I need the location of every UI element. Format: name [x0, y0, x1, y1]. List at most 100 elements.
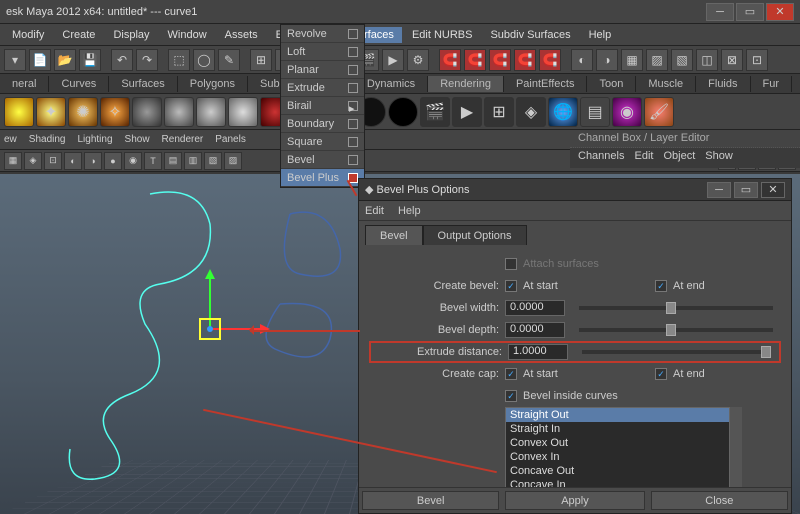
surfaces-menu-bevel[interactable]: Bevel — [281, 151, 364, 169]
shelf-tab-dynamics[interactable]: Dynamics — [355, 76, 428, 92]
render-layer-icon[interactable]: ▤ — [580, 97, 610, 127]
menu-assets[interactable]: Assets — [217, 27, 266, 43]
surfaces-menu-loft[interactable]: Loft — [281, 43, 364, 61]
panel-menu-lighting[interactable]: Lighting — [78, 134, 113, 145]
list-scrollbar[interactable] — [730, 407, 742, 487]
mini-icon[interactable]: ◈ — [24, 152, 42, 170]
channel-tab-object[interactable]: Object — [663, 150, 695, 166]
cap-at-start-check[interactable]: ✓ — [505, 368, 517, 380]
magnet-icon[interactable]: 🧲 — [514, 49, 536, 71]
close-button[interactable]: ✕ — [766, 3, 794, 21]
options-box-icon[interactable] — [348, 83, 358, 93]
at-end-check[interactable]: ✓ — [655, 280, 667, 292]
point-light-icon[interactable]: ✺ — [68, 97, 98, 127]
redo-icon[interactable]: ↷ — [136, 49, 158, 71]
mini-icon[interactable]: ● — [104, 152, 122, 170]
surfaces-menu-planar[interactable]: Planar — [281, 61, 364, 79]
close-button[interactable]: Close — [651, 491, 788, 510]
panel-menu-show[interactable]: Show — [125, 134, 150, 145]
close-icon[interactable]: ✕ — [761, 182, 785, 198]
magnet-icon[interactable]: 🧲 — [464, 49, 486, 71]
shelf-tab-curves[interactable]: Curves — [49, 76, 109, 92]
shelf-tab-muscle[interactable]: Muscle — [636, 76, 696, 92]
shelf-tab-hair[interactable]: Hair — [792, 76, 800, 92]
bevel-depth-slider[interactable] — [579, 328, 773, 332]
mini-icon[interactable]: ◑ — [84, 152, 102, 170]
shader-ball-icon[interactable] — [228, 97, 258, 127]
shelf-tab-fur[interactable]: Fur — [751, 76, 793, 92]
magnet-icon[interactable]: 🧲 — [539, 49, 561, 71]
options-box-icon[interactable]: ▸ — [348, 101, 358, 111]
black-icon[interactable] — [388, 97, 418, 127]
surfaces-menu-boundary[interactable]: Boundary — [281, 115, 364, 133]
options-box-icon[interactable] — [348, 119, 358, 129]
panel-menu-ew[interactable]: ew — [4, 134, 17, 145]
extrude-distance-slider[interactable] — [582, 350, 770, 354]
bevel-depth-field[interactable]: 0.0000 — [505, 322, 565, 338]
panel-menu-panels[interactable]: Panels — [215, 134, 246, 145]
options-box-icon[interactable] — [348, 137, 358, 147]
surfaces-menu-extrude[interactable]: Extrude — [281, 79, 364, 97]
new-icon[interactable]: 📄 — [29, 49, 51, 71]
tab-output-options[interactable]: Output Options — [423, 225, 527, 246]
shader-ball-icon[interactable] — [132, 97, 162, 127]
maximize-icon[interactable]: ▭ — [734, 182, 758, 198]
mini-icon[interactable]: ▤ — [164, 152, 182, 170]
paint-icon[interactable]: ✎ — [218, 49, 240, 71]
mini-icon[interactable]: ◐ — [64, 152, 82, 170]
construction-icon[interactable]: ▧ — [671, 49, 693, 71]
brush-icon[interactable]: 🖌 — [644, 97, 674, 127]
mini-icon[interactable]: ▧ — [204, 152, 222, 170]
surfaces-menu-square[interactable]: Square — [281, 133, 364, 151]
mini-icon[interactable]: ◉ — [124, 152, 142, 170]
options-box-icon[interactable] — [348, 29, 358, 39]
construction-icon[interactable]: ◫ — [696, 49, 718, 71]
apply-button[interactable]: Apply — [505, 491, 644, 510]
globe-icon[interactable]: 🌐 — [548, 97, 578, 127]
mini-icon[interactable]: ▦ — [4, 152, 22, 170]
bevel-inside-check[interactable]: ✓ — [505, 390, 517, 402]
tab-bevel[interactable]: Bevel — [365, 225, 423, 246]
style-option[interactable]: Convex In — [506, 450, 729, 464]
shelf-tab-fluids[interactable]: Fluids — [696, 76, 750, 92]
menu-create[interactable]: Create — [54, 27, 103, 43]
mini-icon[interactable]: ▥ — [184, 152, 202, 170]
panel-menu-shading[interactable]: Shading — [29, 134, 66, 145]
undo-icon[interactable]: ↶ — [111, 49, 133, 71]
render-settings-icon[interactable]: ⚙ — [407, 49, 429, 71]
ipr-icon[interactable]: ▶ — [382, 49, 404, 71]
directional-light-icon[interactable]: ✦ — [36, 97, 66, 127]
mini-icon[interactable]: ⊡ — [44, 152, 62, 170]
shelf-tab-painteffects[interactable]: PaintEffects — [504, 76, 588, 92]
style-option[interactable]: Straight In — [506, 422, 729, 436]
shader-ball-icon[interactable] — [196, 97, 226, 127]
construction-icon[interactable]: ⊠ — [721, 49, 743, 71]
hypershade-icon[interactable]: ◈ — [516, 97, 546, 127]
construction-icon[interactable]: ◑ — [596, 49, 618, 71]
panel-menu-renderer[interactable]: Renderer — [162, 134, 204, 145]
shelf-tab-toon[interactable]: Toon — [587, 76, 636, 92]
options-box-icon[interactable] — [348, 65, 358, 75]
channel-tab-channels[interactable]: Channels — [578, 150, 624, 166]
bevel-button[interactable]: Bevel — [362, 491, 499, 510]
open-icon[interactable]: 📂 — [54, 49, 76, 71]
help-menu[interactable]: Help — [398, 205, 421, 217]
style-option[interactable]: Straight Out — [506, 408, 729, 422]
render-view-icon[interactable]: 🎬 — [420, 97, 450, 127]
mini-icon[interactable]: T — [144, 152, 162, 170]
menu-edit-nurbs[interactable]: Edit NURBS — [404, 27, 481, 43]
options-box-icon[interactable] — [348, 47, 358, 57]
select-icon[interactable]: ⬚ — [168, 49, 190, 71]
extrude-distance-field[interactable]: 1.0000 — [508, 344, 568, 360]
style-option[interactable]: Concave Out — [506, 464, 729, 478]
edit-menu[interactable]: Edit — [365, 205, 384, 217]
save-icon[interactable]: 💾 — [79, 49, 101, 71]
batch-render-icon[interactable]: ⊞ — [484, 97, 514, 127]
menu-subdiv-surfaces[interactable]: Subdiv Surfaces — [482, 27, 578, 43]
outer-bevel-style-list[interactable]: Straight OutStraight InConvex OutConvex … — [505, 407, 730, 487]
maximize-button[interactable]: ▭ — [736, 3, 764, 21]
window-titlebar[interactable]: ◆ Bevel Plus Options ─ ▭ ✕ — [359, 179, 791, 201]
cap-at-end-check[interactable]: ✓ — [655, 368, 667, 380]
magnet-icon[interactable]: 🧲 — [489, 49, 511, 71]
style-option[interactable]: Convex Out — [506, 436, 729, 450]
